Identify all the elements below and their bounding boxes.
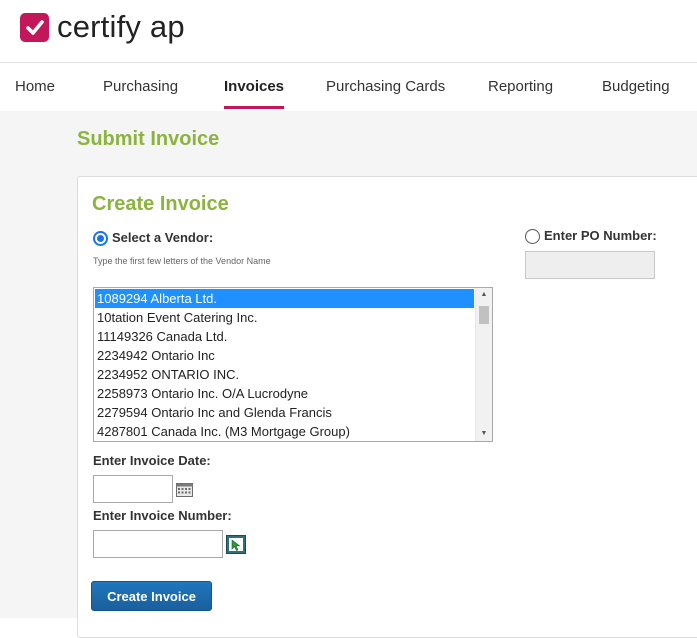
vendor-hint: Type the first few letters of the Vendor…: [93, 256, 271, 266]
create-invoice-button[interactable]: Create Invoice: [91, 581, 212, 611]
invoice-number-label: Enter Invoice Number:: [93, 508, 232, 523]
scroll-up-arrow-icon[interactable]: ▲: [476, 288, 492, 302]
logo-text[interactable]: certify ap: [57, 7, 185, 47]
invoice-date-label: Enter Invoice Date:: [93, 453, 211, 468]
vendor-list-item[interactable]: 11149326 Canada Ltd.: [95, 327, 474, 346]
nav-item-reporting[interactable]: Reporting: [488, 63, 553, 111]
check-mark-icon[interactable]: [20, 13, 49, 42]
lookup-icon[interactable]: [226, 535, 246, 554]
vendor-list-item[interactable]: 2234952 ONTARIO INC.: [95, 365, 474, 384]
nav-item-purchasing-cards[interactable]: Purchasing Cards: [326, 63, 445, 111]
scroll-down-arrow-icon[interactable]: ▼: [476, 427, 492, 441]
vendor-listbox[interactable]: 1089294 Alberta Ltd. 10tation Event Cate…: [93, 287, 493, 442]
vendor-list-item[interactable]: 2234942 Ontario Inc: [95, 346, 474, 365]
vendor-list-item[interactable]: 1089294 Alberta Ltd.: [95, 289, 474, 308]
po-radio[interactable]: [525, 229, 540, 244]
app-header: certify ap: [0, 0, 697, 62]
vendor-list-item[interactable]: 4287801 Canada Inc. (M3 Mortgage Group): [95, 422, 474, 441]
scroll-thumb[interactable]: [479, 306, 489, 324]
po-number-input[interactable]: [525, 251, 655, 279]
invoice-number-input[interactable]: [93, 530, 223, 558]
vendor-option-label[interactable]: Select a Vendor:: [112, 230, 213, 245]
invoice-date-input[interactable]: [93, 475, 173, 503]
nav-item-invoices[interactable]: Invoices: [224, 63, 285, 111]
po-option-label[interactable]: Enter PO Number:: [544, 228, 657, 243]
form-title: Create Invoice: [92, 193, 229, 215]
vendor-radio[interactable]: [93, 231, 108, 246]
nav-item-home[interactable]: Home: [15, 63, 55, 111]
vendor-list-item[interactable]: 2279594 Ontario Inc and Glenda Francis: [95, 403, 474, 422]
nav-item-purchasing[interactable]: Purchasing: [103, 63, 178, 111]
vendor-list-item[interactable]: 10tation Event Catering Inc.: [95, 308, 474, 327]
nav-item-budgeting[interactable]: Budgeting: [602, 63, 670, 111]
calendar-icon[interactable]: [176, 482, 193, 497]
main-nav: Home Purchasing Invoices Purchasing Card…: [0, 62, 697, 112]
page-title: Submit Invoice: [77, 128, 220, 150]
vendor-list-scrollbar[interactable]: ▲ ▼: [475, 288, 492, 441]
vendor-list-item[interactable]: 2258973 Ontario Inc. O/A Lucrodyne: [95, 384, 474, 403]
